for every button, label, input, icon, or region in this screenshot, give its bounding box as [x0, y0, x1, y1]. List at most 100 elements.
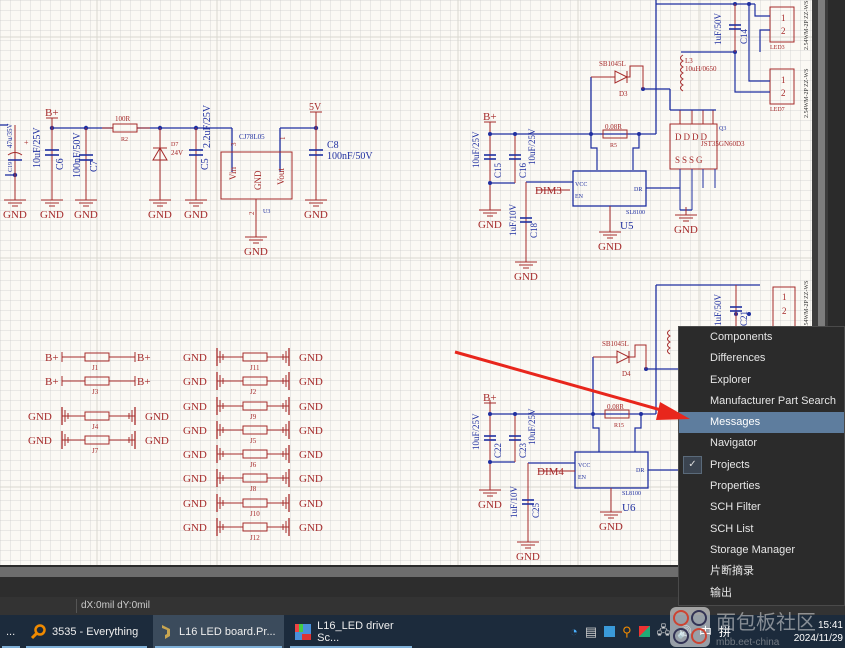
- jumper-3[interactable]: J5 GND GND: [183, 421, 323, 445]
- svg-text:C18: C18: [529, 222, 539, 238]
- svg-text:C21: C21: [739, 311, 749, 326]
- gnd-label: GND: [184, 209, 208, 221]
- menu-item-label: Storage Manager: [710, 543, 795, 556]
- jumper-ref: J5: [250, 437, 257, 445]
- svg-text:L3: L3: [685, 57, 693, 65]
- jumper-1[interactable]: J3 B+ B+: [45, 376, 151, 396]
- volume-icon[interactable]: 🔊: [677, 625, 692, 639]
- cube-app-icon[interactable]: [638, 626, 650, 637]
- menu-item-label: Manufacturer Part Search: [710, 394, 836, 407]
- svg-text:2: 2: [248, 211, 256, 215]
- menu-item-片断摘录[interactable]: 片断摘录: [679, 561, 844, 582]
- jumper-2[interactable]: J9 GND GND: [183, 397, 323, 421]
- c19-ref: C19: [8, 162, 14, 172]
- svg-text:GND: GND: [183, 498, 207, 510]
- r2-value: 100R: [115, 115, 131, 123]
- c5-value: 2.2uF/25V: [202, 104, 213, 148]
- taskbar-item-altium[interactable]: L16 LED board.Pr...: [153, 615, 284, 648]
- u3-ref: U3: [263, 209, 270, 215]
- system-clock[interactable]: 15:41 2024/11/29: [794, 615, 845, 648]
- svg-text:2.54WM-2P ZZ-WS: 2.54WM-2P ZZ-WS: [804, 1, 810, 50]
- taskbar-item-hidden[interactable]: ...: [0, 615, 22, 648]
- svg-text:1: 1: [781, 13, 786, 23]
- svg-text:D3: D3: [619, 90, 628, 98]
- ime-mode-indicator[interactable]: 拼: [719, 623, 731, 640]
- svg-text:10uF/25V: 10uF/25V: [527, 408, 537, 445]
- menu-item-projects[interactable]: ✓ Projects: [679, 455, 844, 476]
- menu-item-navigator[interactable]: Navigator: [679, 433, 844, 454]
- jumper-4[interactable]: J6 GND GND: [183, 445, 323, 469]
- svg-text:1uF/10V: 1uF/10V: [508, 203, 518, 236]
- svg-text:GND: GND: [183, 376, 207, 388]
- svg-text:GND: GND: [183, 522, 207, 534]
- menu-item-messages[interactable]: Messages: [679, 412, 844, 434]
- svg-text:GND: GND: [145, 435, 169, 447]
- menu-item-label: 输出: [710, 586, 732, 599]
- menu-item-differences[interactable]: Differences: [679, 348, 844, 369]
- network-icon[interactable]: 🖧: [657, 621, 670, 642]
- jumper-0[interactable]: J11 GND GND: [183, 348, 323, 372]
- svg-text:LED7: LED7: [770, 107, 785, 113]
- svg-text:10uF/25V: 10uF/25V: [471, 413, 481, 450]
- printer-icon[interactable]: ▤: [585, 624, 597, 640]
- jumper-0[interactable]: J1 B+ B+: [45, 352, 151, 372]
- feedback-icon[interactable]: ◔: [570, 624, 578, 639]
- svg-text:GND: GND: [28, 411, 52, 423]
- svg-text:D4: D4: [622, 370, 631, 378]
- jumper-6[interactable]: J10 GND GND: [183, 494, 323, 518]
- svg-text:GND: GND: [299, 498, 323, 510]
- jumper-ref: J7: [92, 447, 99, 455]
- svg-text:GND: GND: [253, 170, 263, 190]
- jumper-1[interactable]: J2 GND GND: [183, 372, 323, 396]
- menu-item-storage-manager[interactable]: Storage Manager: [679, 540, 844, 561]
- gnd-label: GND: [598, 241, 622, 253]
- pdf-icon: [295, 623, 311, 640]
- jumper-ref: J6: [250, 461, 257, 469]
- c6-ref: C6: [55, 158, 66, 170]
- menu-item-sch-list[interactable]: SCH List: [679, 519, 844, 540]
- svg-text:0.08R: 0.08R: [605, 123, 622, 131]
- menu-item-输出[interactable]: 输出: [679, 583, 844, 604]
- menu-item-properties[interactable]: Properties: [679, 476, 844, 497]
- menu-item-components[interactable]: Components: [679, 327, 844, 348]
- gnd-label: GND: [478, 499, 502, 511]
- svg-text:SL8100: SL8100: [622, 491, 641, 497]
- svg-text:DR: DR: [634, 187, 642, 193]
- jumper-7[interactable]: J12 GND GND: [183, 518, 323, 542]
- everything-tray-icon[interactable]: ⚲: [622, 624, 632, 640]
- altium-icon: [162, 624, 170, 639]
- svg-text:VCC: VCC: [575, 182, 587, 188]
- svg-text:GND: GND: [183, 352, 207, 364]
- svg-text:B+: B+: [45, 376, 59, 388]
- c7-ref: C7: [89, 160, 100, 172]
- svg-text:GND: GND: [299, 425, 323, 437]
- gnd-label: GND: [514, 271, 538, 283]
- svg-text:GND: GND: [299, 522, 323, 534]
- d7-ref: D7: [171, 142, 178, 148]
- jumper-3[interactable]: J7 GND GND: [28, 431, 169, 455]
- ime-indicator[interactable]: 中: [699, 622, 712, 641]
- jumper-2[interactable]: J4 GND GND: [28, 407, 169, 431]
- menu-item-label: Properties: [710, 480, 761, 493]
- svg-text:+: +: [24, 138, 29, 147]
- menu-item-sch-filter[interactable]: SCH Filter: [679, 497, 844, 518]
- c6-value: 10uF/25V: [32, 127, 43, 168]
- menu-item-explorer[interactable]: Explorer: [679, 370, 844, 391]
- driver-1: B+ 10uF/25V C15 C16 10uF/25V SB1045L D3 …: [471, 0, 810, 283]
- taskbar-item-pdf[interactable]: L16_LED driver Sc...: [288, 615, 414, 648]
- svg-text:GND: GND: [299, 352, 323, 364]
- svg-text:C15: C15: [493, 162, 503, 178]
- svg-text:VCC: VCC: [578, 463, 590, 469]
- gnd-label: GND: [304, 209, 328, 221]
- svg-text:1uF/10V: 1uF/10V: [509, 485, 519, 518]
- menu-item-manufacturer-part-search[interactable]: Manufacturer Part Search: [679, 391, 844, 412]
- svg-text:GND: GND: [28, 435, 52, 447]
- svg-text:R15: R15: [614, 423, 624, 429]
- taskbar-item-everything[interactable]: 3535 - Everything: [24, 615, 149, 648]
- jumper-5[interactable]: J8 GND GND: [183, 469, 323, 493]
- menu-item-label: 片断摘录: [710, 565, 754, 578]
- svg-text:C22: C22: [493, 443, 503, 458]
- snip-tool-icon[interactable]: [604, 626, 616, 637]
- clock-date: 2024/11/29: [793, 632, 843, 644]
- jumper-ref: J3: [92, 388, 99, 396]
